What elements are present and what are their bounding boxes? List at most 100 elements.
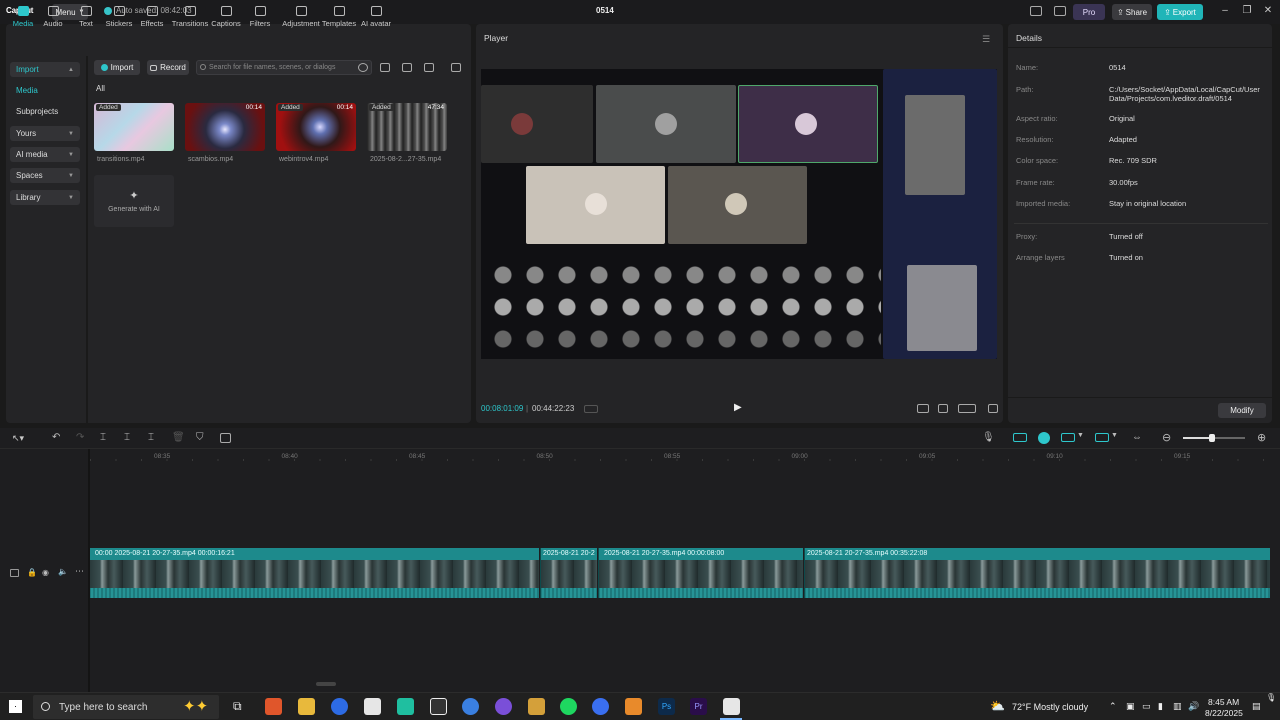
- media-thumbnail[interactable]: Added: [94, 103, 174, 151]
- player-menu-icon[interactable]: ☰: [982, 34, 990, 45]
- record-button[interactable]: Record: [147, 60, 189, 75]
- split-right-icon[interactable]: ⌶: [148, 432, 154, 443]
- filter-icon[interactable]: [451, 63, 461, 72]
- sidebar-item-ai-media[interactable]: AI media ▼: [10, 147, 80, 162]
- tab-ai-avatar[interactable]: AI avatar: [359, 6, 393, 32]
- refresh-icon[interactable]: [358, 63, 368, 72]
- import-button[interactable]: Import: [94, 60, 140, 75]
- share-button[interactable]: ⇪ Share: [1112, 4, 1152, 20]
- tab-text[interactable]: Text: [69, 6, 103, 32]
- chrome-icon[interactable]: [331, 698, 348, 715]
- microphone-icon[interactable]: 🎙: [982, 432, 995, 443]
- more-icon[interactable]: ⋯: [75, 566, 84, 577]
- close-icon[interactable]: ✕: [1261, 5, 1275, 16]
- notifications-icon[interactable]: ▤: [1252, 701, 1261, 712]
- shortcuts-icon[interactable]: [1054, 6, 1066, 16]
- tray-mic-icon[interactable]: 🎙: [1266, 693, 1276, 702]
- redo-icon[interactable]: ↷: [76, 432, 84, 443]
- split-icon[interactable]: ⌶: [100, 432, 106, 443]
- tab-effects[interactable]: Effects: [135, 6, 169, 32]
- zoom-out-icon[interactable]: ⊖: [1162, 431, 1171, 444]
- tab-media[interactable]: Media: [6, 6, 40, 32]
- thumbnail-icon[interactable]: [220, 433, 231, 443]
- tab-adjustment[interactable]: Adjustment: [280, 6, 322, 32]
- app-s-icon[interactable]: [592, 698, 609, 715]
- fullscreen-icon[interactable]: [988, 404, 998, 413]
- zoom-in-icon[interactable]: ⊕: [1257, 431, 1266, 444]
- mark-icon[interactable]: ⛉: [196, 432, 204, 443]
- clip-waveform[interactable]: [599, 588, 803, 598]
- media-search-input[interactable]: Search for file names, scenes, or dialog…: [196, 60, 372, 75]
- sidebar-item-media[interactable]: Media: [10, 83, 80, 98]
- filter-all[interactable]: All: [96, 84, 105, 93]
- modify-button[interactable]: Modify: [1218, 403, 1266, 418]
- generate-with-ai-card[interactable]: ✦ Generate with AI: [94, 175, 174, 227]
- clip-waveform[interactable]: [805, 588, 1270, 598]
- clip-waveform[interactable]: [90, 588, 539, 598]
- export-button[interactable]: ⇪ Export: [1157, 4, 1203, 20]
- select-tool-icon[interactable]: ↖▾: [12, 433, 24, 444]
- play-icon[interactable]: ▶: [734, 402, 742, 413]
- clip-thumbnails[interactable]: [599, 560, 803, 588]
- crop-icon[interactable]: [938, 404, 948, 413]
- delete-icon[interactable]: 🗑: [172, 432, 185, 443]
- app-orange-icon[interactable]: [625, 698, 642, 715]
- sidebar-item-subprojects[interactable]: Subprojects: [10, 104, 80, 119]
- speaker-icon[interactable]: 🔈: [58, 567, 68, 576]
- eye-icon[interactable]: ◉: [42, 568, 49, 577]
- split-left-icon[interactable]: ⌶: [124, 432, 130, 443]
- spotify-icon[interactable]: [560, 698, 577, 715]
- linkage-chevron-icon[interactable]: ▼: [1077, 432, 1084, 439]
- weather-text[interactable]: 72°F Mostly cloudy: [1012, 702, 1088, 712]
- ratio-icon[interactable]: [958, 404, 976, 413]
- tab-stickers[interactable]: Stickers: [102, 6, 136, 32]
- linkage-icon[interactable]: [1061, 433, 1075, 442]
- app-blue-icon[interactable]: [462, 698, 479, 715]
- grid-view-icon[interactable]: [402, 63, 412, 72]
- battery-icon[interactable]: ▮: [1158, 701, 1163, 712]
- sidebar-item-library[interactable]: Library ▼: [10, 190, 80, 205]
- main-track-magnet-icon[interactable]: [1013, 433, 1027, 442]
- undo-icon[interactable]: ↶: [52, 432, 60, 443]
- sidebar-item-spaces[interactable]: Spaces ▼: [10, 168, 80, 183]
- media-thumbnail[interactable]: Added 00:14: [276, 103, 356, 151]
- restore-icon[interactable]: ❐: [1240, 5, 1254, 16]
- tray-screen-icon[interactable]: ▭: [1142, 701, 1151, 712]
- preview-axis-icon[interactable]: [1095, 433, 1109, 442]
- clip-thumbnails[interactable]: [90, 560, 539, 588]
- full-quality-icon[interactable]: [917, 404, 929, 413]
- sort-icon[interactable]: [424, 63, 434, 72]
- timeline-scrollbar[interactable]: [316, 682, 336, 686]
- fit-icon[interactable]: ⇔: [1132, 432, 1142, 443]
- folder-icon[interactable]: [380, 63, 390, 72]
- clock-time[interactable]: 8:45 AM: [1208, 697, 1239, 707]
- media-thumbnail[interactable]: Added 47:34: [367, 103, 447, 151]
- capcut-icon[interactable]: [364, 698, 381, 715]
- task-view-icon[interactable]: ⧉: [233, 699, 242, 714]
- zoom-slider-handle[interactable]: [1209, 434, 1215, 442]
- preview-chevron-icon[interactable]: ▼: [1111, 432, 1118, 439]
- app-purple-icon[interactable]: [495, 698, 512, 715]
- media-thumbnail[interactable]: 00:14: [185, 103, 265, 151]
- minimize-icon[interactable]: –: [1218, 5, 1232, 16]
- file-explorer-icon[interactable]: [298, 698, 315, 715]
- timecode-grid-icon[interactable]: [584, 405, 598, 413]
- sparkle-widget-icon[interactable]: ✦✦: [183, 697, 208, 715]
- clip-thumbnails[interactable]: [541, 560, 597, 588]
- app-yellow-icon[interactable]: [528, 698, 545, 715]
- volume-icon[interactable]: 🔊: [1188, 701, 1199, 712]
- windows-start-icon[interactable]: [9, 700, 22, 713]
- capcut-active-icon[interactable]: [723, 698, 740, 715]
- premiere-icon[interactable]: Pr: [690, 698, 707, 715]
- sidebar-item-yours[interactable]: Yours ▼: [10, 126, 80, 141]
- clip-thumbnails[interactable]: [805, 560, 1270, 588]
- app-green-icon[interactable]: [397, 698, 414, 715]
- sidebar-item-import[interactable]: Import ▲: [10, 62, 80, 77]
- tray-chevron-icon[interactable]: ⌃: [1109, 701, 1117, 712]
- layout-icon[interactable]: [1030, 6, 1042, 16]
- clock-date[interactable]: 8/22/2025: [1205, 708, 1243, 718]
- tab-captions[interactable]: Captions: [209, 6, 243, 32]
- track-cover-icon[interactable]: [10, 569, 19, 577]
- tab-templates[interactable]: Templates: [322, 6, 356, 32]
- video-preview[interactable]: [481, 69, 997, 359]
